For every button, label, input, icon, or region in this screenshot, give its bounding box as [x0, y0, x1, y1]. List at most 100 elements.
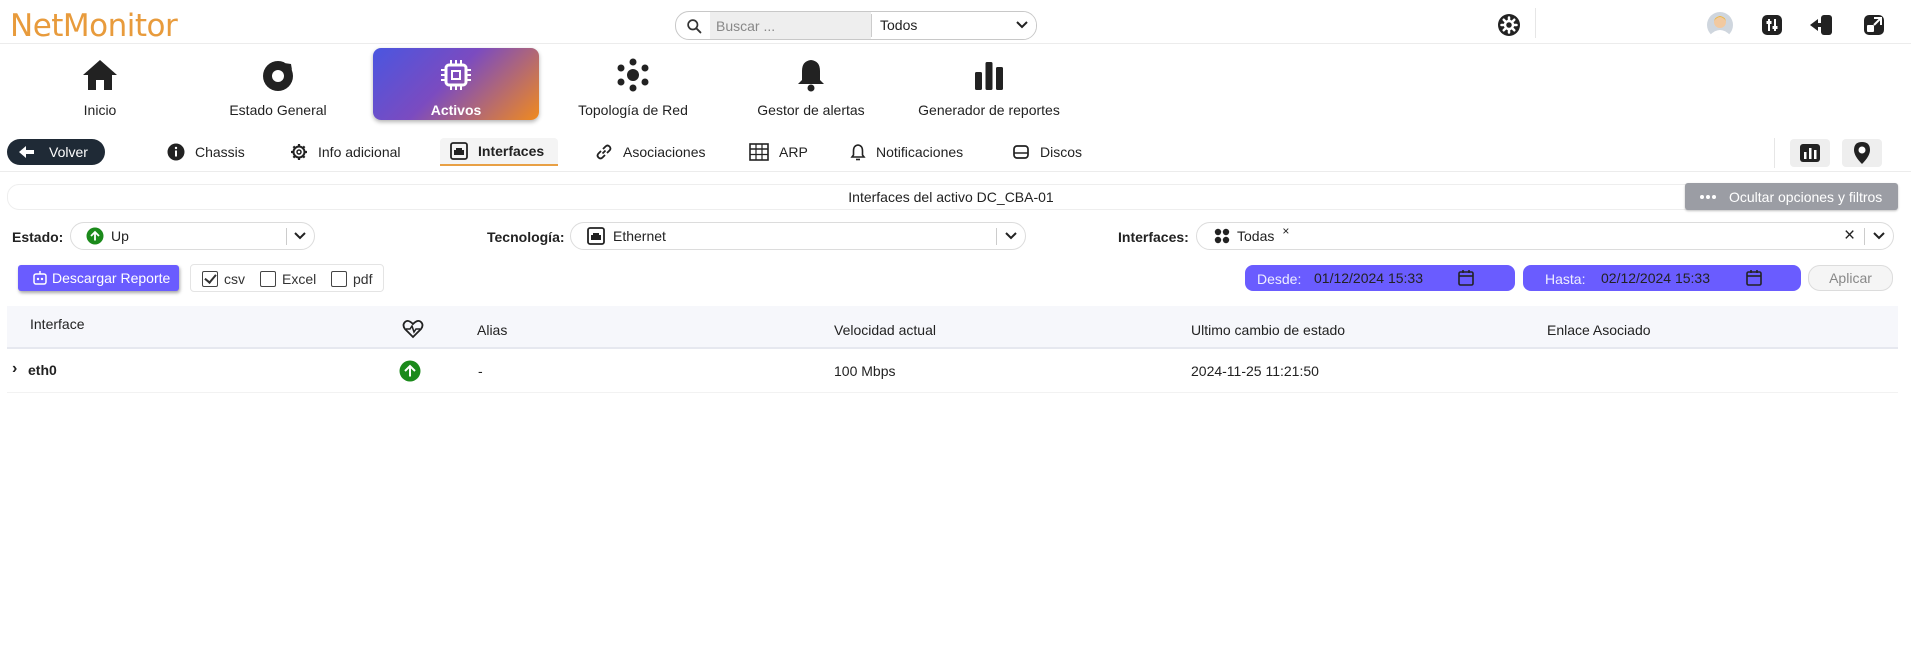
nav-label: Topología de Red	[578, 102, 688, 118]
cell-alias: -	[478, 363, 483, 379]
hasta-value[interactable]: 02/12/2024 15:33	[1598, 266, 1754, 289]
chevron-down-icon	[1016, 21, 1028, 29]
hasta-label: Hasta:	[1545, 271, 1586, 287]
robot-icon	[33, 271, 47, 285]
disk-icon	[1013, 145, 1029, 159]
format-excel[interactable]: Excel	[260, 271, 316, 287]
nav-item-inicio[interactable]: Inicio	[17, 48, 183, 120]
pdf-checkbox[interactable]	[331, 271, 347, 287]
tab-arp[interactable]: ARP	[749, 138, 808, 166]
interfaces-table: Interface Alias Velocidad actual Ultimo …	[7, 306, 1898, 393]
apply-button[interactable]: Aplicar	[1808, 265, 1893, 291]
interfaces-chip: Todas	[1237, 228, 1275, 244]
panel-title: Interfaces del activo DC_CBA-01	[7, 184, 1895, 210]
format-csv[interactable]: csv	[202, 271, 245, 287]
cell-interface: eth0	[28, 362, 57, 378]
download-report-label: Descargar Reporte	[52, 270, 171, 286]
nav-item-activos[interactable]: Activos	[373, 48, 539, 120]
hide-options-button[interactable]: Ocultar opciones y filtros	[1685, 183, 1898, 210]
logout-icon[interactable]	[1808, 13, 1836, 37]
tab-interfaces[interactable]: Interfaces	[440, 138, 559, 166]
table-header: Interface Alias Velocidad actual Ultimo …	[7, 306, 1898, 349]
calendar-icon[interactable]	[1745, 269, 1763, 287]
excel-checkbox[interactable]	[260, 271, 276, 287]
bell-icon	[798, 60, 824, 92]
column-header-alias[interactable]: Alias	[477, 322, 507, 338]
external-window-icon[interactable]	[1862, 13, 1886, 37]
tab-label: Info adicional	[318, 144, 401, 160]
user-avatar-icon[interactable]	[1706, 11, 1734, 39]
tab-notificaciones[interactable]: Notificaciones	[850, 138, 963, 166]
table-row[interactable]: › eth0 - 100 Mbps 2024-11-25 11:21:50	[7, 349, 1898, 393]
equalizer-icon[interactable]	[1760, 13, 1784, 37]
tecnologia-value: Ethernet	[613, 228, 666, 244]
download-report-button[interactable]: Descargar Reporte	[18, 265, 179, 291]
expand-chevron-icon[interactable]: ›	[12, 360, 17, 378]
search-box: Todos	[675, 11, 1037, 40]
estado-select[interactable]: Up	[70, 222, 315, 250]
format-pdf[interactable]: pdf	[331, 271, 372, 287]
tab-discos[interactable]: Discos	[1012, 138, 1082, 166]
status-icon	[263, 60, 294, 91]
nav-item-topologia[interactable]: Topología de Red	[550, 48, 716, 120]
bar-chart-icon	[975, 62, 1003, 90]
arrow-up-circle-icon	[86, 227, 104, 245]
desde-date-field[interactable]: Desde: 01/12/2024 15:33	[1245, 265, 1515, 291]
estado-label: Estado:	[12, 229, 64, 245]
app-logo[interactable]: NetMonitor	[10, 4, 178, 48]
csv-checkbox[interactable]	[202, 271, 218, 287]
hasta-date-field[interactable]: Hasta: 02/12/2024 15:33	[1523, 265, 1801, 291]
grid-icon	[1214, 228, 1230, 244]
map-pin-icon	[1854, 142, 1870, 164]
tab-label: Chassis	[195, 144, 245, 160]
interfaces-select[interactable]: Todas × ×	[1196, 222, 1894, 250]
interfaces-label: Interfaces:	[1118, 229, 1189, 245]
bell-icon	[850, 144, 866, 161]
tecnologia-label: Tecnología:	[487, 229, 565, 245]
home-icon	[83, 60, 117, 90]
settings-gear-icon[interactable]	[1497, 13, 1521, 37]
heartbeat-icon[interactable]	[402, 319, 424, 339]
format-options: csv Excel pdf	[190, 264, 384, 292]
clear-icon[interactable]: ×	[1844, 225, 1855, 247]
column-header-last-change[interactable]: Ultimo cambio de estado	[1191, 322, 1345, 338]
tab-info-adicional[interactable]: Info adicional	[290, 138, 401, 166]
tab-label: Interfaces	[478, 143, 545, 159]
chevron-down-icon	[1873, 232, 1885, 240]
chevron-down-icon	[294, 232, 306, 240]
status-up-icon	[399, 360, 421, 382]
cell-last-change: 2024-11-25 11:21:50	[1191, 363, 1319, 379]
top-bar: NetMonitor Todos	[0, 0, 1911, 44]
search-input[interactable]	[710, 12, 871, 39]
desde-value[interactable]: 01/12/2024 15:33	[1311, 266, 1467, 289]
search-scope-select[interactable]: Todos	[872, 12, 1036, 39]
desde-label: Desde:	[1257, 271, 1302, 287]
tecnologia-select[interactable]: Ethernet	[570, 222, 1026, 250]
column-header-linked[interactable]: Enlace Asociado	[1547, 322, 1651, 338]
tab-chassis[interactable]: Chassis	[167, 138, 245, 166]
search-icon	[687, 19, 702, 34]
chip-remove-icon[interactable]: ×	[1282, 224, 1289, 238]
stats-button[interactable]	[1790, 139, 1830, 167]
nav-label: Inicio	[83, 102, 117, 118]
nav-item-gestor-alertas[interactable]: Gestor de alertas	[728, 48, 894, 120]
tab-label: Discos	[1040, 144, 1083, 160]
back-button[interactable]: Volver	[7, 139, 105, 165]
hide-options-label: Ocultar opciones y filtros	[1729, 188, 1883, 205]
cell-speed: 100 Mbps	[834, 363, 896, 379]
divider	[996, 228, 997, 245]
location-button[interactable]	[1842, 139, 1882, 167]
estado-value: Up	[111, 228, 129, 244]
search-scope-value: Todos	[880, 17, 918, 33]
tab-label: ARP	[779, 144, 808, 160]
asset-subnav: Volver Chassis Info adicional Interfaces…	[0, 136, 1911, 172]
tab-asociaciones[interactable]: Asociaciones	[595, 138, 706, 166]
nav-label: Activos	[430, 102, 482, 118]
format-label: Excel	[282, 271, 317, 287]
column-header-speed[interactable]: Velocidad actual	[834, 322, 936, 338]
column-header-interface[interactable]: Interface	[30, 316, 84, 332]
nav-item-generador-reportes[interactable]: Generador de reportes	[906, 48, 1072, 120]
divider	[1535, 8, 1536, 38]
calendar-icon[interactable]	[1457, 269, 1475, 287]
nav-item-estado-general[interactable]: Estado General	[195, 48, 361, 120]
